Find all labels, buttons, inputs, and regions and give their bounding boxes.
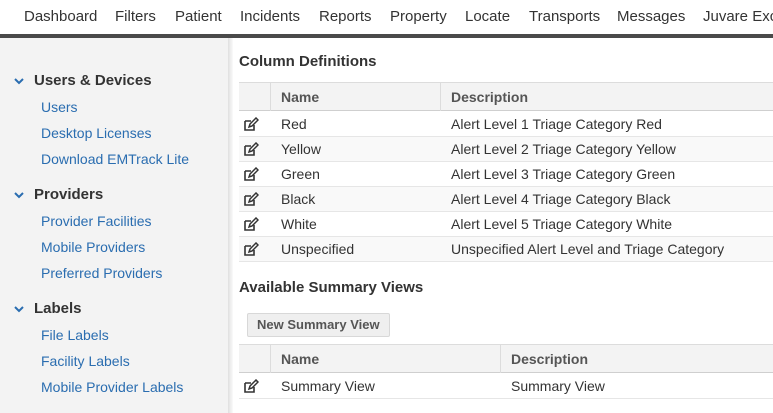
section-labels[interactable]: Labels	[14, 300, 82, 317]
row-name: Red	[281, 116, 307, 132]
nav-reports[interactable]: Reports	[319, 8, 372, 25]
row-name: White	[281, 216, 317, 232]
nav-locate[interactable]: Locate	[465, 8, 510, 25]
section-providers[interactable]: Providers	[14, 186, 103, 203]
row-description: Alert Level 5 Triage Category White	[451, 216, 672, 232]
table-row: White Alert Level 5 Triage Category White	[239, 212, 773, 237]
row-name: Yellow	[281, 141, 321, 157]
row-name: Unspecified	[281, 241, 355, 257]
header-description[interactable]: Description	[500, 345, 773, 373]
sidebar-link-users[interactable]: Users	[41, 99, 78, 115]
column-definitions-header: Name Description	[239, 82, 773, 111]
edit-icon[interactable]	[243, 167, 259, 182]
nav-filters[interactable]: Filters	[115, 8, 156, 25]
nav-patient[interactable]: Patient	[175, 8, 222, 25]
section-title: Providers	[34, 186, 104, 203]
table-row: Yellow Alert Level 2 Triage Category Yell…	[239, 137, 773, 162]
nav-property[interactable]: Property	[390, 8, 447, 25]
nav-transports[interactable]: Transports	[529, 8, 600, 25]
column-definitions-title: Column Definitions	[239, 53, 377, 70]
nav-messages[interactable]: Messages	[617, 8, 685, 25]
sidebar-link-file-labels[interactable]: File Labels	[41, 327, 109, 343]
header-description[interactable]: Description	[440, 83, 773, 111]
row-description: Alert Level 4 Triage Category Black	[451, 191, 671, 207]
new-summary-view-button[interactable]: New Summary View	[247, 313, 390, 337]
sidebar-link-mobile-provider-labels[interactable]: Mobile Provider Labels	[41, 379, 183, 395]
table-row: Unspecified Unspecified Alert Level and T…	[239, 237, 773, 262]
header-name[interactable]: Name	[270, 345, 500, 373]
sidebar-link-facility-labels[interactable]: Facility Labels	[41, 353, 130, 369]
section-users-devices[interactable]: Users & Devices	[14, 72, 152, 89]
main-content: Column Definitions Name Description Red A…	[233, 38, 773, 413]
row-description: Alert Level 3 Triage Category Green	[451, 166, 676, 182]
header-name[interactable]: Name	[270, 83, 440, 111]
table-row: Summary View Summary View	[239, 374, 773, 399]
edit-icon[interactable]	[243, 217, 259, 232]
nav-incidents[interactable]: Incidents	[240, 8, 300, 25]
row-name: Black	[281, 191, 316, 207]
edit-icon[interactable]	[243, 192, 259, 207]
chevron-down-icon	[14, 76, 24, 86]
sidebar-link-desktop-licenses[interactable]: Desktop Licenses	[41, 125, 152, 141]
top-nav: Dashboard Filters Patient Incidents Repo…	[0, 0, 773, 34]
nav-juvare-exchange[interactable]: Juvare Exc	[703, 8, 773, 25]
chevron-down-icon	[14, 304, 24, 314]
row-description: Summary View	[511, 378, 605, 394]
table-row: Red Alert Level 1 Triage Category Red	[239, 112, 773, 137]
sidebar-link-download-emtrack-lite[interactable]: Download EMTrack Lite	[41, 151, 189, 167]
chevron-down-icon	[14, 190, 24, 200]
row-description: Alert Level 1 Triage Category Red	[451, 116, 662, 132]
summary-views-header: Name Description	[239, 344, 773, 373]
sidebar-link-mobile-providers[interactable]: Mobile Providers	[41, 239, 145, 255]
edit-icon[interactable]	[243, 142, 259, 157]
edit-icon[interactable]	[243, 379, 259, 394]
table-row: Black Alert Level 4 Triage Category Black	[239, 187, 773, 212]
row-name: Summary View	[281, 378, 375, 394]
nav-dashboard[interactable]: Dashboard	[24, 8, 97, 25]
row-description: Unspecified Alert Level and Triage Categ…	[451, 241, 725, 257]
table-row: Green Alert Level 3 Triage Category Green	[239, 162, 773, 187]
sidebar-link-provider-facilities[interactable]: Provider Facilities	[41, 213, 151, 229]
edit-icon[interactable]	[243, 242, 259, 257]
section-title: Users & Devices	[34, 72, 152, 89]
sidebar: Users & Devices Users Desktop Licenses D…	[0, 38, 229, 413]
section-title: Labels	[34, 300, 82, 317]
row-description: Alert Level 2 Triage Category Yellow	[451, 141, 676, 157]
edit-icon[interactable]	[243, 117, 259, 132]
row-name: Green	[281, 166, 320, 182]
summary-views-title: Available Summary Views	[239, 279, 424, 296]
sidebar-link-preferred-providers[interactable]: Preferred Providers	[41, 265, 162, 281]
